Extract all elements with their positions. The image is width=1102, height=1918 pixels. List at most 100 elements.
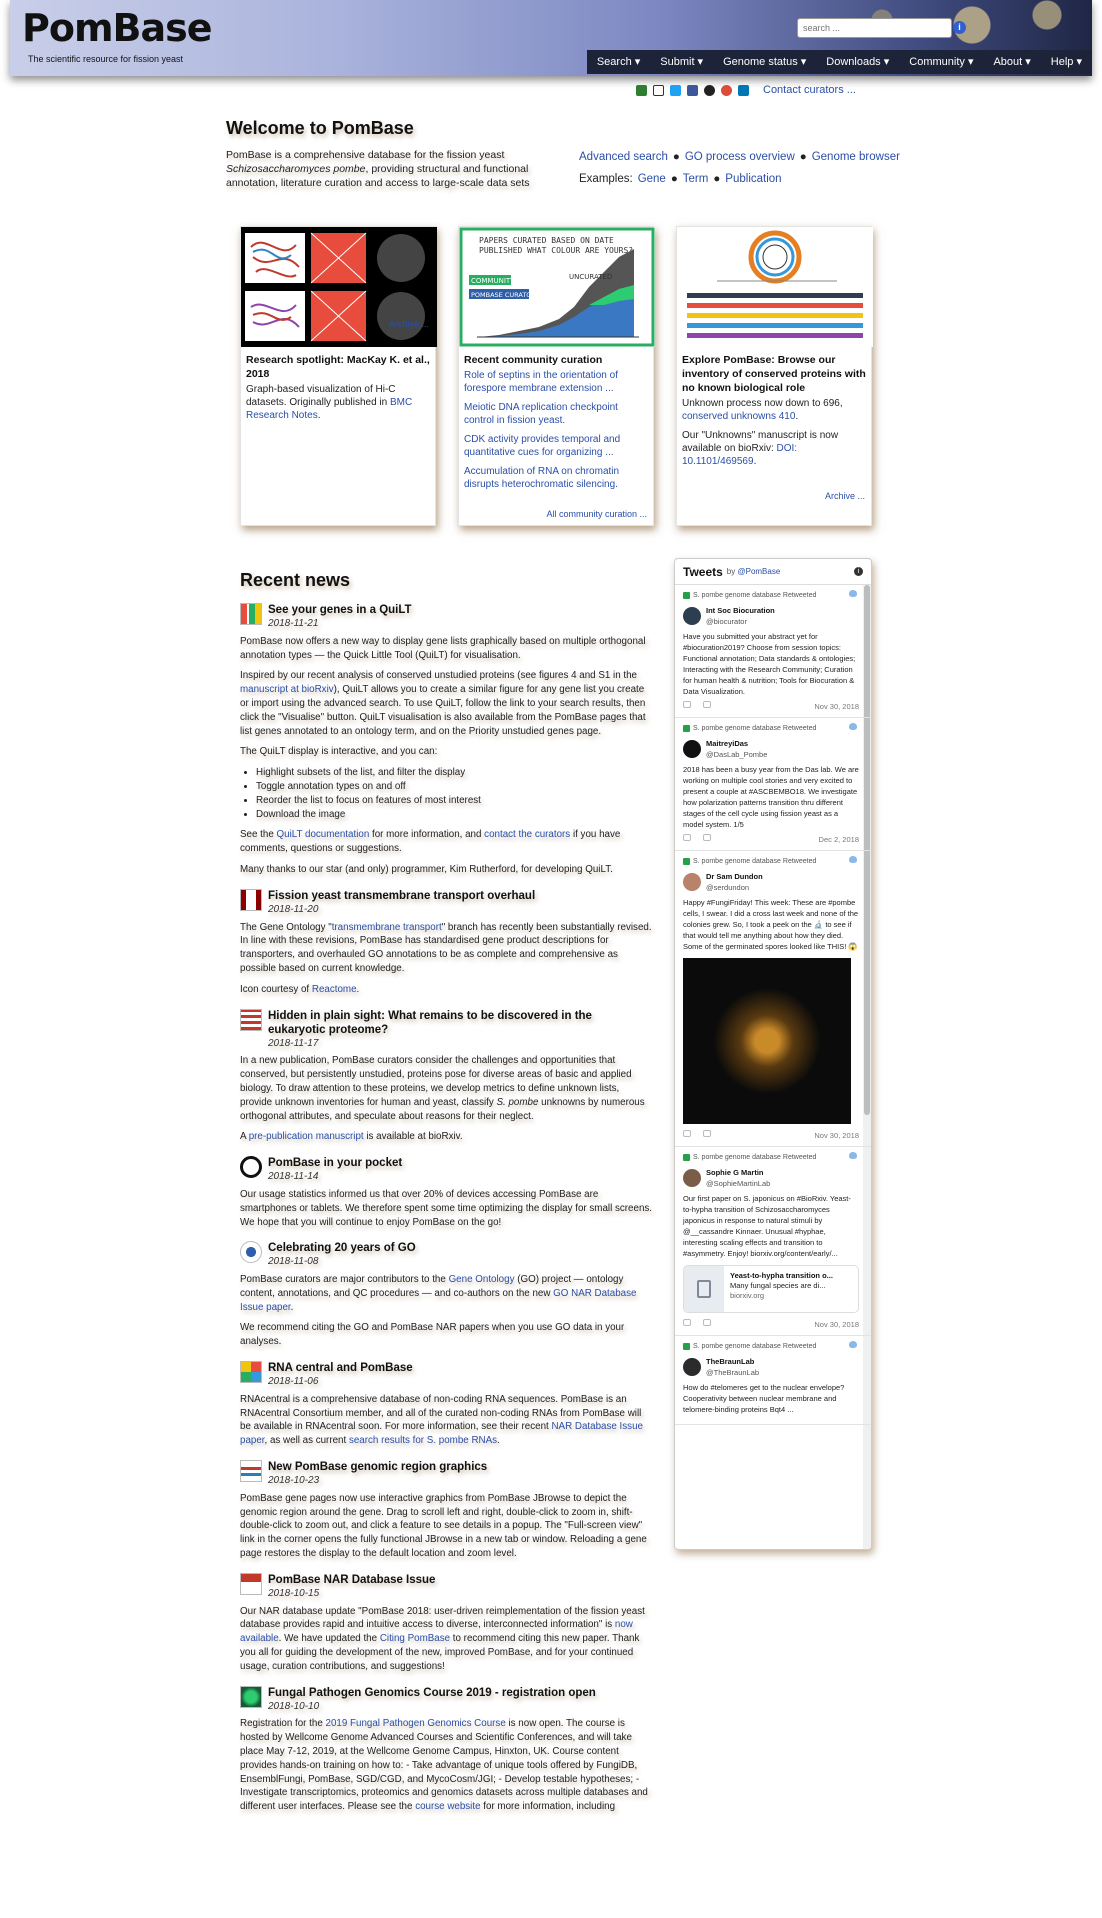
author-name[interactable]: Dr Sam Dundon [706,871,763,882]
news-headline[interactable]: See your genes in a QuiLT [268,603,412,617]
spotlight-archive-link[interactable]: Archive ... [389,319,429,329]
retweet-label: S. pombe genome database Retweeted [693,592,817,599]
info-icon[interactable]: i [953,21,966,34]
nav-about[interactable]: About ▾ [983,50,1040,74]
all-community-curation-link[interactable]: All community curation ... [546,509,647,519]
google-plus-icon[interactable] [721,84,732,96]
reactome-link[interactable]: Reactome [312,984,357,995]
conserved-unknowns-link[interactable]: conserved unknowns 410 [682,411,795,422]
example-publication-link[interactable]: Publication [725,168,781,190]
author-name[interactable]: TheBraunLab [706,1356,759,1367]
like-icon[interactable] [683,1130,691,1137]
share-icon[interactable] [703,1130,711,1137]
linkedin-icon[interactable] [738,84,749,96]
nav-genome-status[interactable]: Genome status ▾ [713,50,816,74]
gene-ontology-link[interactable]: Gene Ontology [449,1274,515,1285]
share-icon[interactable] [703,1319,711,1326]
explore-unknowns-image[interactable] [677,227,873,347]
text: , as well as current [264,1435,349,1447]
explore-archive-link[interactable]: Archive ... [825,491,865,501]
community-item-4[interactable]: Accumulation of RNA on chromatin disrupt… [464,466,619,490]
tweet[interactable]: S. pombe genome database Retweeted TheBr… [675,1336,871,1425]
news-headline[interactable]: Hidden in plain sight: What remains to b… [268,1009,652,1037]
text: . [497,1435,500,1447]
share-icon[interactable] [703,834,711,841]
like-icon[interactable] [683,1319,691,1326]
nav-community[interactable]: Community ▾ [899,50,983,74]
text: Our NAR database update "PomBase 2018: u… [240,1605,645,1631]
contact-curators-link[interactable]: contact the curators [484,829,570,840]
news-headline[interactable]: PomBase in your pocket [268,1156,402,1170]
tweet-text: How do #telomeres get to the nuclear env… [683,1383,845,1414]
news-date: 2018-10-15 [268,1587,320,1599]
author-name[interactable]: Int Soc Biocuration [706,605,775,616]
tweet-date[interactable]: Nov 30, 2018 [814,701,859,712]
text: See the [240,829,277,841]
news-headline[interactable]: PomBase NAR Database Issue [268,1573,435,1587]
example-gene-link[interactable]: Gene [638,168,666,190]
citing-pombase-link[interactable]: Citing PomBase [380,1633,450,1644]
news-headline[interactable]: Fungal Pathogen Genomics Course 2019 - r… [268,1686,596,1700]
pombase-logo[interactable]: PomBase The scientific resource for fiss… [22,6,213,66]
author-name[interactable]: Sophie G Martin [706,1167,770,1178]
like-icon[interactable] [683,834,691,841]
tweet-photo[interactable] [683,958,851,1124]
quilt-documentation-link[interactable]: QuiLT documentation [277,829,370,840]
github-icon[interactable] [704,84,715,96]
mailing-list-icon[interactable] [636,84,647,96]
twitter-icon[interactable] [670,84,681,96]
course-website-link[interactable]: course website [415,1801,480,1812]
example-term-link[interactable]: Term [683,168,709,190]
manuscript-biorxiv-link[interactable]: manuscript at bioRxiv [240,684,334,695]
news-headline[interactable]: RNA central and PomBase [268,1361,413,1375]
author-handle[interactable]: @SophieMartinLab [706,1178,770,1189]
news-headline[interactable]: Fission yeast transmembrane transport ov… [268,889,535,903]
advanced-search-link[interactable]: Advanced search [579,146,668,168]
email-icon[interactable] [653,84,664,96]
author-handle[interactable]: @TheBraunLab [706,1367,759,1378]
avatar[interactable] [683,873,701,891]
author-handle[interactable]: @serdundon [706,882,763,893]
fungal-course-link[interactable]: 2019 Fungal Pathogen Genomics Course [326,1718,506,1729]
share-icon[interactable] [703,701,711,708]
avatar[interactable] [683,607,701,625]
facebook-icon[interactable] [687,84,698,96]
nav-downloads[interactable]: Downloads ▾ [816,50,899,74]
go-process-overview-link[interactable]: GO process overview [685,146,795,168]
tweet[interactable]: S. pombe genome database Retweeted Int S… [675,585,871,718]
search-input[interactable] [797,18,952,38]
community-curation-chart-image[interactable]: PAPERS CURATED BASED ON DATE PUBLISHED W… [459,227,655,347]
explore-text-2: Our "Unknowns" manuscript is now availab… [682,429,866,468]
news-date: 2018-10-10 [268,1700,320,1712]
tweet[interactable]: S. pombe genome database Retweeted Sophi… [675,1147,871,1336]
tweet[interactable]: S. pombe genome database Retweeted Dr Sa… [675,851,871,1147]
info-icon[interactable]: i [854,567,863,576]
genome-browser-link[interactable]: Genome browser [812,146,900,168]
pombase-twitter-link[interactable]: @PomBase [737,567,780,576]
transmembrane-transport-link[interactable]: transmembrane transport [332,922,442,933]
community-item-2[interactable]: Meiotic DNA replication checkpoint contr… [464,402,618,426]
rna-search-results-link[interactable]: search results for S. pombe RNAs [349,1435,497,1446]
author-name[interactable]: MaitreyiDas [706,738,767,749]
spotlight-image[interactable] [241,227,437,347]
author-handle[interactable]: @biocurator [706,616,775,627]
avatar[interactable] [683,1169,701,1187]
tweet-date[interactable]: Nov 30, 2018 [814,1319,859,1330]
avatar[interactable] [683,740,701,758]
nav-help[interactable]: Help ▾ [1041,50,1092,74]
avatar[interactable] [683,1358,701,1376]
news-headline[interactable]: Celebrating 20 years of GO [268,1241,416,1255]
like-icon[interactable] [683,701,691,708]
pre-publication-manuscript-link[interactable]: pre-publication manuscript [249,1131,364,1142]
tweet[interactable]: S. pombe genome database Retweeted Maitr… [675,718,871,851]
community-item-1[interactable]: Role of septins in the orientation of fo… [464,370,618,394]
author-handle[interactable]: @DasLab_Pombe [706,749,767,760]
link-card[interactable]: Yeast-to-hypha transition o... Many fung… [683,1265,859,1313]
news-headline[interactable]: New PomBase genomic region graphics [268,1460,487,1474]
contact-curators-link[interactable]: Contact curators ... [763,84,856,96]
tweet-date[interactable]: Nov 30, 2018 [814,1130,859,1141]
nav-submit[interactable]: Submit ▾ [650,50,713,74]
nav-search[interactable]: Search ▾ [587,50,650,74]
tweet-date[interactable]: Dec 2, 2018 [819,834,859,845]
community-item-3[interactable]: CDK activity provides temporal and quant… [464,434,620,458]
